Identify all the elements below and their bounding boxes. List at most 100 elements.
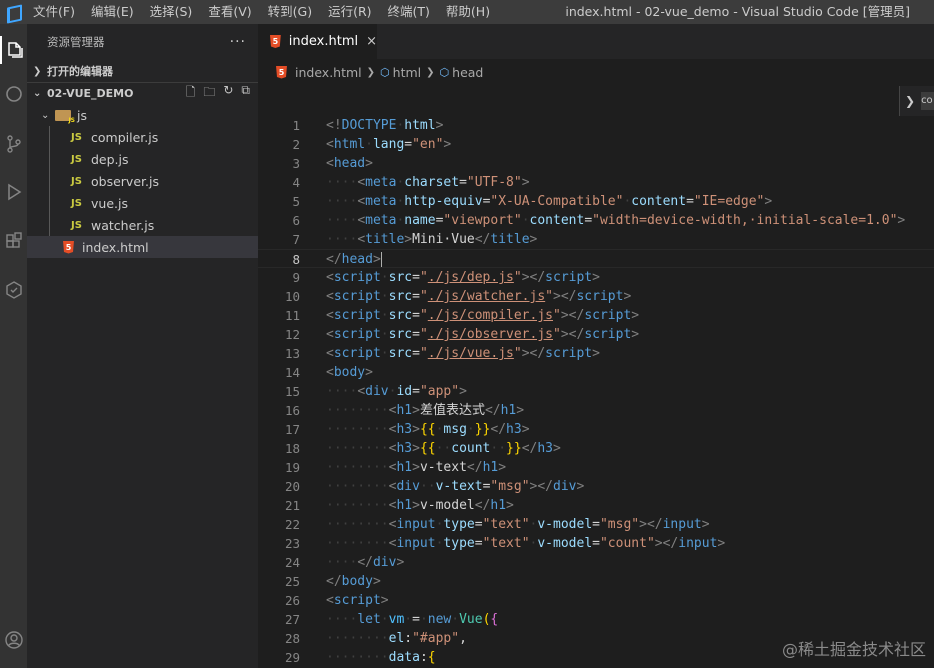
close-icon[interactable]: × [366,34,377,49]
file-label: index.html [82,239,149,255]
code-line: 1 <!DOCTYPE·html> [292,118,444,133]
widget-label: co [921,92,934,110]
file-item[interactable]: JS watcher.js [27,214,258,236]
breadcrumb-html[interactable]: html [393,65,421,80]
open-editors-label: 打开的编辑器 [47,65,113,78]
chevron-right-icon: ❯ [905,94,916,108]
file-item[interactable]: JS compiler.js [27,126,258,148]
file-item[interactable]: JS dep.js [27,148,258,170]
refresh-icon[interactable]: ↻ [223,83,233,104]
code-line: 11 <script·src="./js/compiler.js"></scrip… [284,308,640,323]
symbol-element-icon: ⬡ [380,65,390,79]
code-line: 25 </body> [284,574,381,589]
tab-index-html[interactable]: 5 index.html × [258,24,377,59]
code-line: 15 ····<div·id="app"> [284,384,467,399]
menu-go[interactable]: 转到(G) [260,0,320,24]
file-label: dep.js [91,151,129,167]
code-line: 16 ········<h1>差值表达式</h1> [284,403,525,418]
file-label: vue.js [91,195,128,211]
open-editors-section[interactable]: ❯ 打开的编辑器 [27,60,258,82]
code-line: 24 ····</div> [284,555,405,570]
search-icon[interactable] [0,80,27,108]
explorer-actions: 🗋 🗀 ↻ ⧉ [186,83,250,104]
account-icon[interactable] [0,626,27,654]
more-actions-icon[interactable]: ··· [230,34,246,50]
chevron-down-icon: ⌄ [33,88,42,99]
explorer-sidebar: 资源管理器 ··· ❯ 打开的编辑器 ⌄ 02-VUE_DEMO 🗋 🗀 ↻ ⧉… [27,24,258,668]
js-file-icon: JS [71,153,82,165]
remote-explorer-icon[interactable] [0,276,27,304]
code-line: 4 ····<meta·charset="UTF-8"> [292,175,530,190]
html-file-icon: 5 [63,240,74,254]
code-line: 27 ····let·vm·=·new·Vue({ [284,612,499,627]
file-label: watcher.js [91,217,155,233]
chevron-down-icon: ⌄ [41,109,50,121]
project-section[interactable]: ⌄ 02-VUE_DEMO 🗋 🗀 ↻ ⧉ [27,82,258,104]
code-line: 22 ········<input·type="text"·v-model="ms… [284,517,710,532]
code-line: 17 ········<h3>{{·msg·}}</h3> [284,422,530,437]
code-line: 26 <script> [284,593,389,608]
code-line: 10 <script·src="./js/watcher.js"></script… [284,289,632,304]
project-name: 02-VUE_DEMO [47,87,134,100]
file-item[interactable]: JS observer.js [27,170,258,192]
code-line: 13 <script·src="./js/vue.js"></script> [284,346,600,361]
file-label: compiler.js [91,129,159,145]
code-line: 19 ········<h1>v-text</h1> [284,460,507,475]
menu-file[interactable]: 文件(F) [25,0,83,24]
menu-edit[interactable]: 编辑(E) [83,0,142,24]
file-item[interactable]: JS vue.js [27,192,258,214]
breadcrumb-file[interactable]: index.html [295,65,362,80]
code-line: 21 ········<h1>v-model</h1> [284,498,514,513]
explorer-title: 资源管理器 [47,35,105,49]
symbol-element-icon: ⬡ [439,65,450,79]
code-line: 12 <script·src="./js/observer.js"></scrip… [284,327,640,342]
chevron-right-icon: ❯ [366,66,376,78]
source-control-icon[interactable] [0,130,27,158]
folder-label: js [77,107,87,123]
new-file-icon[interactable]: 🗋 [186,83,196,104]
code-line: 3 <head> [292,156,373,171]
code-line: 6 ····<meta·name="viewport"·content="widt… [292,213,906,228]
js-file-icon: JS [71,175,82,187]
chevron-right-icon: ❯ [33,65,42,77]
run-debug-icon[interactable] [0,178,27,206]
code-line: 20 ········<div··v-text="msg"></div> [284,479,585,494]
text-cursor [380,252,382,267]
file-label: observer.js [91,173,159,189]
js-file-icon: JS [71,131,82,143]
menu-run[interactable]: 运行(R) [320,0,379,24]
window-title: index.html - 02-vue_demo - Visual Studio… [565,4,910,19]
code-editor[interactable]: 1 <!DOCTYPE·html> 2 <html·lang="en"> 3 <hea… [258,116,934,668]
breadcrumb: 5 index.html ❯ ⬡ html ❯ ⬡ head [258,59,934,85]
code-line-current: 8 </head> [258,249,934,268]
code-line: 18 ········<h3>{{··count··}}</h3> [284,441,561,456]
new-folder-icon[interactable]: 🗀 [203,83,215,104]
code-line: 5 ····<meta·http-equiv="X-UA-Compatible"·… [292,194,773,209]
extensions-icon[interactable] [0,228,27,256]
menu-help[interactable]: 帮助(H) [438,0,498,24]
folder-js[interactable]: ⌄ js [27,104,258,126]
menu-selection[interactable]: 选择(S) [142,0,201,24]
js-file-icon: JS [71,197,82,209]
breadcrumb-head[interactable]: head [452,65,483,80]
vscode-logo-icon [5,5,19,19]
html-file-icon: 5 [276,65,287,79]
code-line: 14 <body> [284,365,373,380]
collapse-all-icon[interactable]: ⧉ [241,83,250,104]
code-line: 9 <script·src="./js/dep.js"></script> [292,270,600,285]
sticky-widget[interactable]: ❯ co [899,86,934,116]
activity-bar [0,24,27,668]
chevron-right-icon: ❯ [426,66,435,78]
menu-terminal[interactable]: 终端(T) [380,0,438,24]
file-item-selected[interactable]: 5 index.html [27,236,258,258]
js-folder-icon [55,109,75,124]
explorer-icon[interactable] [0,36,27,64]
js-file-icon: JS [71,219,82,231]
code-line: 2 <html·lang="en"> [292,137,452,152]
menu-view[interactable]: 查看(V) [200,0,259,24]
watermark: @稀土掘金技术社区 [781,640,926,659]
explorer-header: 资源管理器 ··· [27,24,258,60]
html-file-icon: 5 [270,35,281,48]
tab-bar: 5 index.html × [258,24,934,59]
tab-label: index.html [288,34,359,49]
